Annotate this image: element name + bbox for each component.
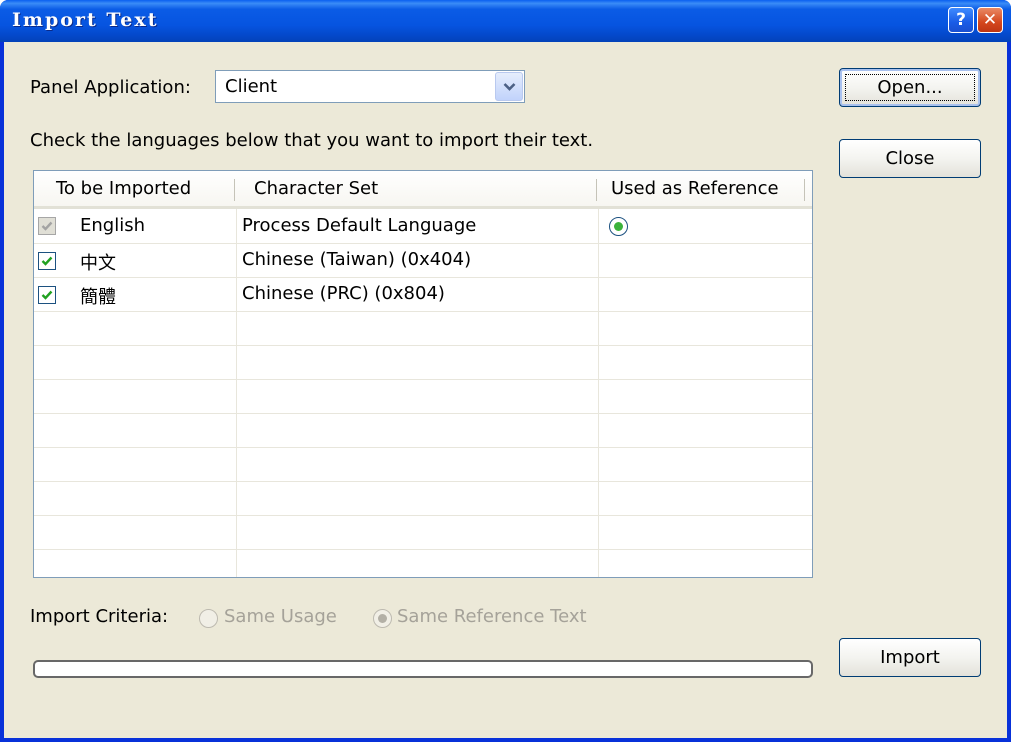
checkmark-icon xyxy=(41,290,53,300)
column-divider[interactable] xyxy=(596,179,597,201)
same-usage-radio[interactable] xyxy=(199,609,218,628)
import-text-dialog: Import Text ? ✕ Panel Application: Clien… xyxy=(0,0,1011,742)
column-header-character-set[interactable]: Character Set xyxy=(254,178,378,199)
dropdown-button[interactable] xyxy=(495,72,523,101)
column-header-used-as-reference[interactable]: Used as Reference xyxy=(611,178,779,199)
grid-line xyxy=(34,481,812,482)
close-button-label: Close xyxy=(885,148,935,169)
character-set: Process Default Language xyxy=(242,215,477,236)
title-bar[interactable]: Import Text ? ✕ xyxy=(0,0,1011,42)
grid-line xyxy=(34,311,812,312)
window-title: Import Text xyxy=(12,9,159,31)
close-button[interactable]: Close xyxy=(839,139,981,178)
close-icon[interactable]: ✕ xyxy=(977,7,1003,33)
import-checkbox-simplified-chinese[interactable] xyxy=(38,286,56,304)
chevron-down-icon xyxy=(503,83,516,91)
language-name: 簡體 xyxy=(80,287,116,308)
import-criteria-label: Import Criteria: xyxy=(30,606,169,627)
radio-dot xyxy=(614,222,623,231)
grid-line xyxy=(34,447,812,448)
grid-line xyxy=(598,209,599,577)
dialog-body: Panel Application: Client Open... Close … xyxy=(4,42,1007,738)
import-checkbox-traditional-chinese[interactable] xyxy=(38,252,56,270)
same-reference-text-radio[interactable] xyxy=(373,609,392,628)
panel-application-value: Client xyxy=(225,76,278,97)
help-icon[interactable]: ? xyxy=(948,7,974,33)
panel-application-label: Panel Application: xyxy=(30,77,191,98)
language-name: 中文 xyxy=(80,253,116,274)
grid-line xyxy=(34,379,812,380)
import-progress-bar xyxy=(33,660,813,678)
open-button-label: Open... xyxy=(877,77,943,98)
grid-line xyxy=(34,277,812,278)
column-header-to-be-imported[interactable]: To be Imported xyxy=(56,178,191,199)
panel-application-select[interactable]: Client xyxy=(215,70,525,103)
open-button[interactable]: Open... xyxy=(839,68,981,107)
import-checkbox-english[interactable] xyxy=(38,217,56,235)
column-divider[interactable] xyxy=(804,179,805,201)
character-set: Chinese (PRC) (0x804) xyxy=(242,283,445,304)
import-button[interactable]: Import xyxy=(839,638,981,677)
grid-line xyxy=(236,209,237,577)
grid-line xyxy=(34,549,812,550)
grid-line xyxy=(34,515,812,516)
grid-line xyxy=(34,243,812,244)
same-reference-text-label: Same Reference Text xyxy=(397,606,587,627)
instructions-text: Check the languages below that you want … xyxy=(30,130,594,151)
import-button-label: Import xyxy=(880,647,940,668)
checkmark-icon xyxy=(41,256,53,266)
grid-line xyxy=(34,413,812,414)
reference-radio-english[interactable] xyxy=(609,217,628,236)
radio-dot xyxy=(378,614,387,623)
grid-line xyxy=(34,345,812,346)
table-header: To be Imported Character Set Used as Ref… xyxy=(34,171,812,209)
checkmark-icon xyxy=(41,221,53,231)
same-usage-label: Same Usage xyxy=(224,606,337,627)
language-name: English xyxy=(80,215,145,236)
column-divider[interactable] xyxy=(234,179,235,201)
character-set: Chinese (Taiwan) (0x404) xyxy=(242,249,472,270)
languages-table[interactable]: To be Imported Character Set Used as Ref… xyxy=(33,170,813,578)
